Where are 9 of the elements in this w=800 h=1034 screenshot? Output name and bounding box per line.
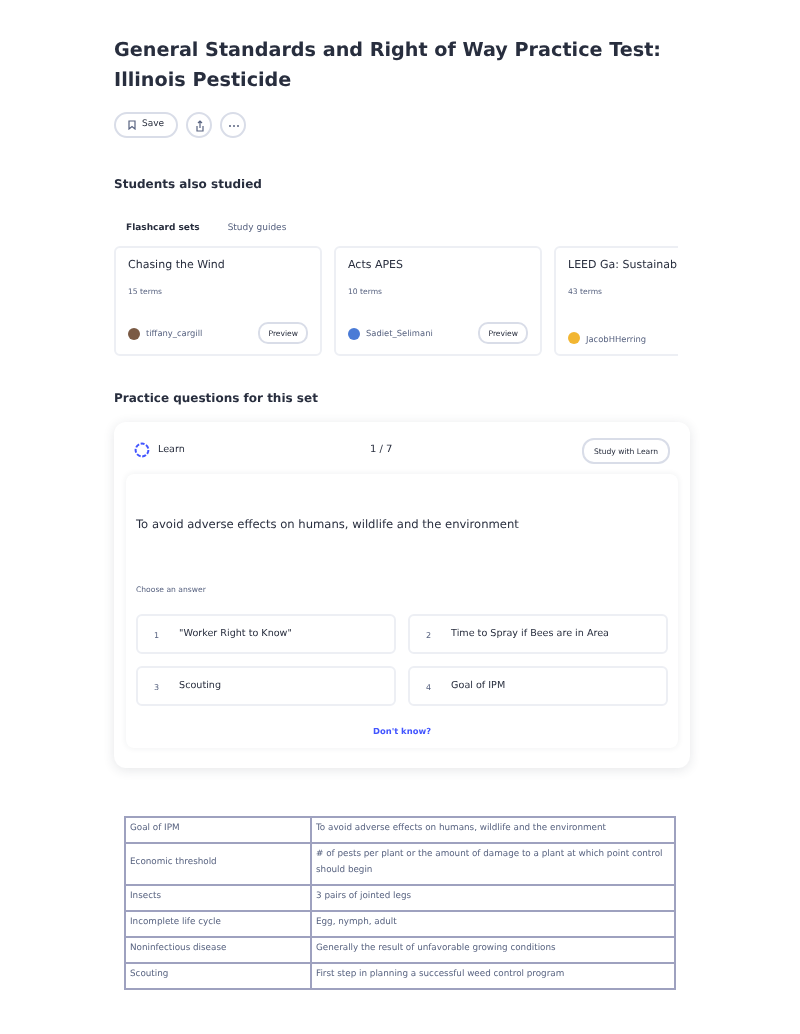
more-button[interactable] [220,112,247,138]
page-title: General Standards and Right of Way Practice Test: Illinois Pesticide [114,38,664,96]
avatar-icon [568,332,580,344]
bookmark-icon [128,120,136,130]
learn-icon [134,442,150,458]
share-icon [193,119,206,131]
avatar-icon [128,327,140,339]
avatar-icon [348,327,360,339]
share-button[interactable] [186,112,213,138]
